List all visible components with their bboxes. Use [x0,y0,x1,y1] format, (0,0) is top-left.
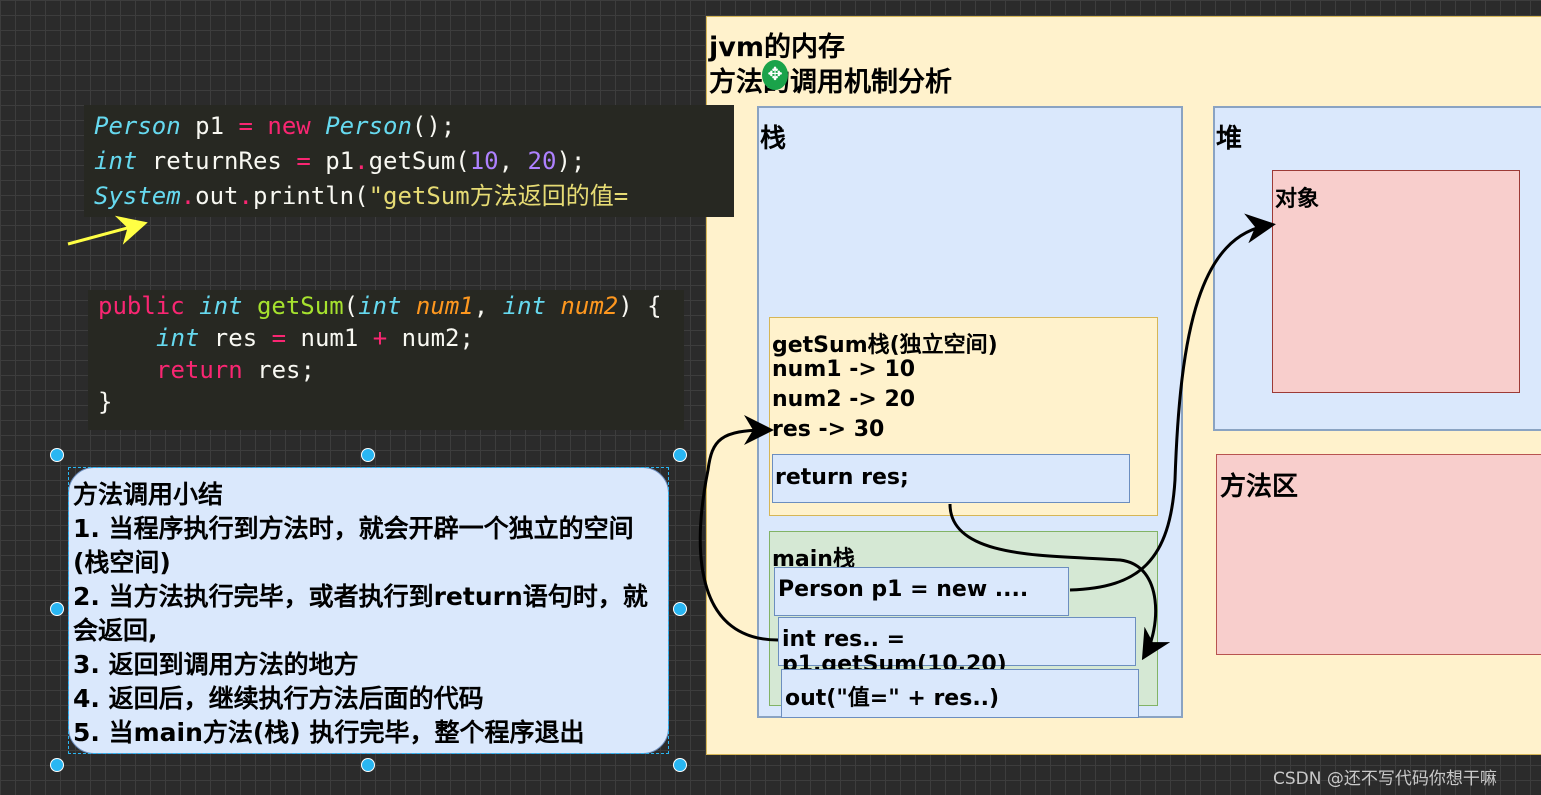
token: num1 [286,324,373,352]
token: int [156,324,200,352]
method-area-label: 方法区 [1220,472,1299,502]
token: = [271,324,287,352]
code-line: } [98,388,113,416]
summary-item: 5. 当main方法(栈) 执行完毕，整个程序退出 [73,718,585,747]
token: returnRes [137,147,297,175]
token: . [180,182,196,210]
resize-handle[interactable] [673,602,687,616]
token: res [199,324,272,352]
getsum-frame-title: getSum栈(独立空间) [772,333,998,358]
token: public [98,292,185,320]
token: Person [325,112,412,140]
token: p1 [180,112,239,140]
main-statement[interactable]: out("值=" + res..) [781,669,1139,718]
token: . [238,182,253,210]
summary-title: 方法调用小结 [73,480,224,509]
resize-handle[interactable] [50,602,64,616]
resize-handle[interactable] [361,448,375,462]
token: return [156,356,243,384]
code-line: return res; [98,354,684,386]
token: System [94,182,181,210]
token: num2; [387,324,474,352]
jvm-title: jvm的内存 [709,32,845,63]
token: int [94,147,138,175]
token: out [195,182,239,210]
resize-handle[interactable] [50,448,64,462]
main-statement[interactable]: Person p1 = new .... [774,567,1069,616]
summary-item: 1. 当程序执行到方法时，就会开辟一个独立的空间(栈空间) [73,514,634,577]
pointer-arrow-yellow [67,215,148,246]
token: ); [556,147,586,175]
main-statement[interactable]: int res.. = p1.getSum(10,20) [778,617,1136,677]
code-line: public int getSum(int num1, int num2) { [98,290,684,322]
token: + [372,324,388,352]
token: = [238,112,253,140]
token: . [354,147,369,175]
token: = [296,147,311,175]
token: getSum( [368,147,470,175]
token: int [502,292,546,320]
code-line: System.out.println("getSum方法返回的值= [94,179,734,214]
token: println( [252,182,369,210]
resize-handle[interactable] [673,448,687,462]
heap-label: 堆 [1216,124,1243,154]
summary-item: 2. 当方法执行完毕，或者执行到return语句时，就会返回, [73,582,648,645]
token: (); [411,112,456,140]
jvm-subtitle: 方法的调用机制分析 [709,67,952,98]
token: num2 [545,292,619,320]
token: new [252,112,326,140]
code-line: int res = num1 + num2; [98,322,684,354]
frame-var: res -> 30 [772,417,885,442]
return-statement[interactable]: return res; [772,454,1130,503]
resize-handle[interactable] [361,758,375,772]
code-line: Person p1 = new Person(); [94,109,734,144]
token: ) { [618,292,662,320]
code-snippet-main: Person p1 = new Person(); int returnRes =… [84,105,734,217]
watermark: CSDN @还不写代码你想干嘛 [1273,769,1497,789]
token: int [184,292,257,320]
summary-item: 4. 返回后，继续执行方法后面的代码 [73,684,484,713]
frame-var: num2 -> 20 [772,387,916,412]
token: ( [343,292,359,320]
stack-label: 栈 [760,124,787,154]
resize-handle[interactable] [50,758,64,772]
token: res; [242,356,315,384]
token: p1 [310,147,355,175]
token: num1 [401,292,474,320]
summary-item: 3. 返回到调用方法的地方 [73,650,359,679]
resize-handle[interactable] [673,758,687,772]
summary-box[interactable]: 方法调用小结 1. 当程序执行到方法时，就会开辟一个独立的空间(栈空间) 2. … [68,467,669,754]
frame-var: num1 -> 10 [772,357,916,382]
token: getSum [256,292,344,320]
token: , [498,147,528,175]
code-line: int returnRes = p1.getSum(10, 20); [94,144,734,179]
token: 20 [527,147,557,175]
token: , [473,292,503,320]
token: 10 [469,147,499,175]
code-snippet-getsum: public int getSum(int num1, int num2) {i… [88,290,684,430]
token: Person [94,112,181,140]
token: "getSum方法返回的值= [368,182,629,210]
token: int [358,292,402,320]
move-cursor-icon: ✥ [762,60,788,90]
object-label: 对象 [1275,187,1320,212]
